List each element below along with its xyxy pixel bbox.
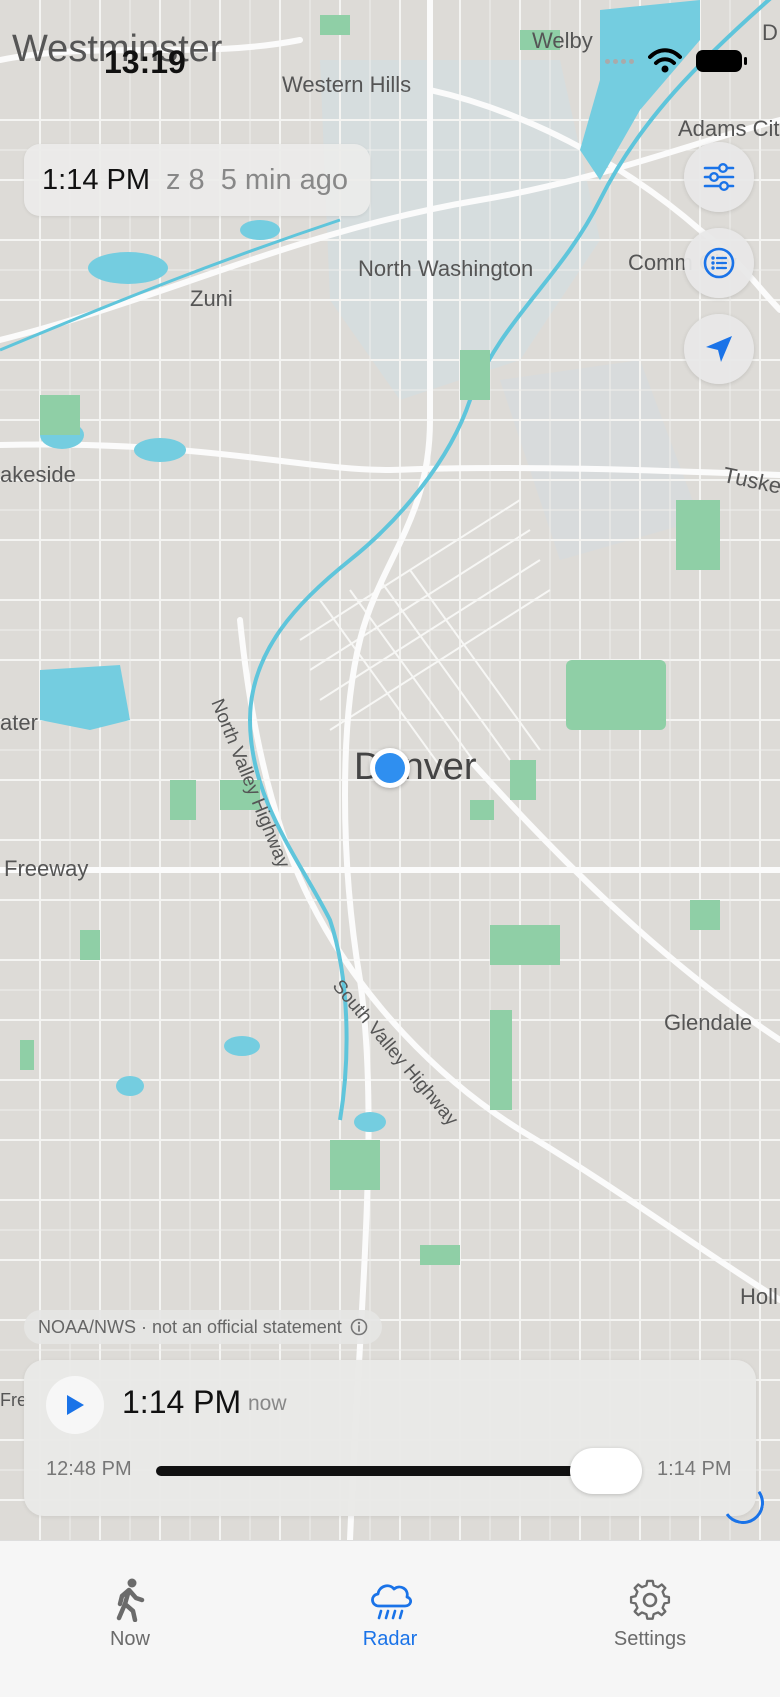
frame-time-pill: 1:14 PM z 8 5 min ago: [24, 144, 370, 216]
play-icon: [67, 1395, 84, 1415]
tab-settings[interactable]: Settings: [570, 1541, 730, 1651]
attribution-badge[interactable]: NOAA/NWS · not an official statement: [24, 1310, 382, 1344]
legend-list-button[interactable]: [684, 228, 754, 298]
tab-now-label: Now: [109, 1628, 150, 1650]
map-label-adams-city: Adams Cit: [678, 116, 780, 141]
map-label-fre: Fre: [0, 1390, 27, 1410]
map-label-glendale: Glendale: [664, 1010, 753, 1035]
tab-settings-label: Settings: [613, 1628, 687, 1650]
zoom-level: z 8: [166, 163, 205, 196]
attribution-text: NOAA/NWS · not an official statement: [38, 1316, 342, 1337]
user-location-dot: [370, 748, 410, 788]
map-label-western-hills: Western Hills: [282, 72, 412, 97]
layers-filter-button[interactable]: [684, 142, 754, 212]
rain-cloud-icon: [371, 1584, 412, 1620]
battery-icon: [696, 50, 747, 72]
status-icons: [605, 48, 747, 74]
map-label-north-washington: North Washington: [358, 256, 534, 281]
radar-map[interactable]: Westminster Welby Western Hills Adams Ci…: [0, 0, 780, 1540]
wifi-icon: [648, 48, 682, 73]
list-icon: [703, 247, 735, 279]
locate-me-button[interactable]: [684, 314, 754, 384]
timeline-start: 12:48 PM: [46, 1458, 132, 1480]
map-label-lakeside: akeside: [0, 462, 76, 487]
radar-playback-panel: 1:14 PM now 12:48 PM 1:14 PM: [24, 1360, 756, 1516]
tab-radar[interactable]: Radar: [310, 1541, 470, 1651]
timeline-slider-thumb[interactable]: [570, 1448, 642, 1494]
frame-time: 1:14 PM: [42, 163, 150, 196]
gear-icon: [629, 1579, 671, 1620]
map-label-zuni: Zuni: [190, 286, 233, 311]
tab-bar: Now Radar Settings: [0, 1540, 780, 1697]
play-button[interactable]: [46, 1376, 104, 1434]
info-icon: [350, 1318, 368, 1336]
frame-age: 5 min ago: [220, 163, 349, 196]
location-arrow-icon: [706, 336, 732, 362]
playback-now-label: now: [248, 1392, 287, 1415]
walking-person-icon: [116, 1578, 145, 1622]
timeline-end: 1:14 PM: [657, 1458, 732, 1480]
status-time: 13:19: [104, 44, 186, 80]
tab-now[interactable]: Now: [50, 1541, 210, 1651]
map-label-water: ater: [0, 710, 38, 735]
map-label-welby: Welby: [532, 28, 593, 53]
map-label-holly: Holl: [740, 1284, 778, 1309]
sliders-icon: [703, 163, 735, 192]
map-label-freeway: Freeway: [4, 856, 89, 881]
map-label-d: D: [762, 20, 778, 45]
cellular-signal-icon: [605, 58, 634, 64]
tab-radar-label: Radar: [362, 1628, 418, 1650]
playback-time: 1:14 PM: [122, 1384, 242, 1420]
timeline-slider-track[interactable]: [156, 1466, 596, 1476]
